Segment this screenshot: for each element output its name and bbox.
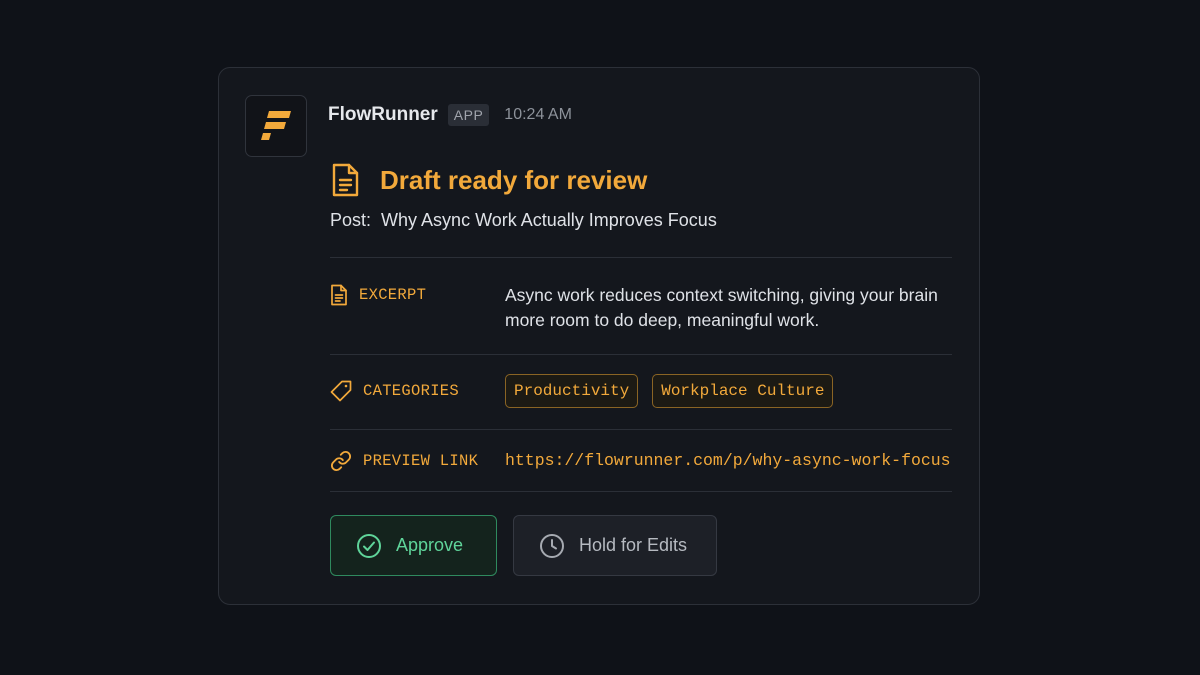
categories-label: CATEGORIES	[330, 380, 459, 402]
approve-button-label: Approve	[396, 535, 464, 555]
category-tag[interactable]: Workplace Culture	[652, 374, 834, 408]
clock-icon	[540, 533, 564, 558]
excerpt-text: Async work reduces context switching, gi…	[505, 285, 938, 330]
hold-for-edits-button-label: Hold for Edits	[579, 535, 688, 555]
check-circle-icon	[357, 533, 381, 558]
app-name[interactable]: FlowRunner	[328, 104, 438, 126]
approve-button[interactable]: Approve	[330, 515, 497, 576]
excerpt-label-text: EXCERPT	[359, 286, 427, 304]
excerpt-label: EXCERPT	[330, 284, 426, 306]
post-line: Post: Why Async Work Actually Improves F…	[330, 210, 717, 231]
document-icon	[332, 163, 359, 197]
post-prefix: Post:	[330, 210, 372, 230]
hold-for-edits-button[interactable]: Hold for Edits	[513, 515, 717, 576]
message-title-row: Draft ready for review	[331, 160, 647, 200]
preview-link-label: PREVIEW LINK	[330, 450, 478, 472]
post-title: Why Async Work Actually Improves Focus	[381, 210, 717, 230]
flowrunner-logo-icon	[261, 111, 291, 140]
preview-link[interactable]: https://flowrunner.com/p/why-async-work-…	[505, 451, 951, 470]
divider	[330, 429, 952, 430]
preview-link-label-text: PREVIEW LINK	[363, 452, 479, 470]
message-timestamp[interactable]: 10:24 AM	[504, 106, 572, 124]
app-badge: APP	[447, 104, 490, 126]
category-tag[interactable]: Productivity	[505, 374, 639, 408]
categories-label-text: CATEGORIES	[363, 382, 460, 400]
document-icon	[331, 284, 347, 306]
message-card: FlowRunner APP 10:24 AM Draft ready for …	[218, 67, 980, 605]
tag-icon	[330, 380, 352, 402]
divider	[330, 354, 952, 355]
divider	[330, 257, 952, 258]
app-avatar[interactable]	[245, 95, 307, 157]
divider	[330, 491, 952, 492]
message-header: FlowRunner APP 10:24 AM	[328, 102, 572, 128]
link-icon	[330, 450, 352, 472]
message-title: Draft ready for review	[380, 164, 648, 195]
category-tags: Productivity Workplace Culture	[505, 374, 847, 408]
